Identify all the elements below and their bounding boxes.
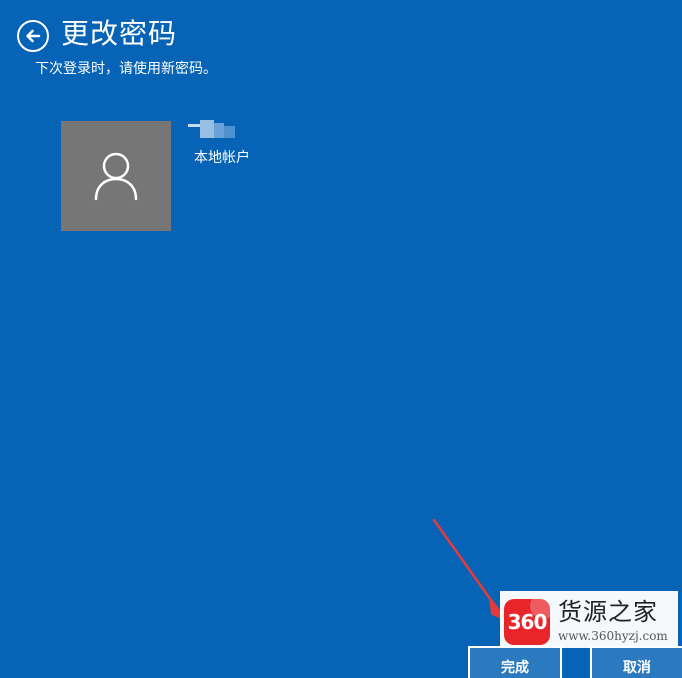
page-subtitle: 下次登录时，请使用新密码。 [35, 61, 217, 77]
user-icon [94, 152, 138, 201]
watermark-logo-text: 360 [507, 610, 548, 634]
finish-button[interactable]: 完成 [468, 646, 562, 678]
watermark-url: www.360hyzj.com [558, 629, 668, 643]
back-button[interactable] [17, 20, 49, 52]
avatar [61, 121, 171, 231]
page-title: 更改密码 [61, 17, 178, 50]
watermark: 360 货源之家 www.360hyzj.com [500, 591, 678, 648]
account-type: 本地帐户 [194, 150, 250, 166]
watermark-name: 货源之家 [558, 598, 658, 626]
account-name [188, 118, 238, 138]
cancel-button[interactable]: 取消 [590, 646, 682, 678]
back-arrow-icon [26, 29, 41, 43]
watermark-logo: 360 [504, 599, 550, 645]
